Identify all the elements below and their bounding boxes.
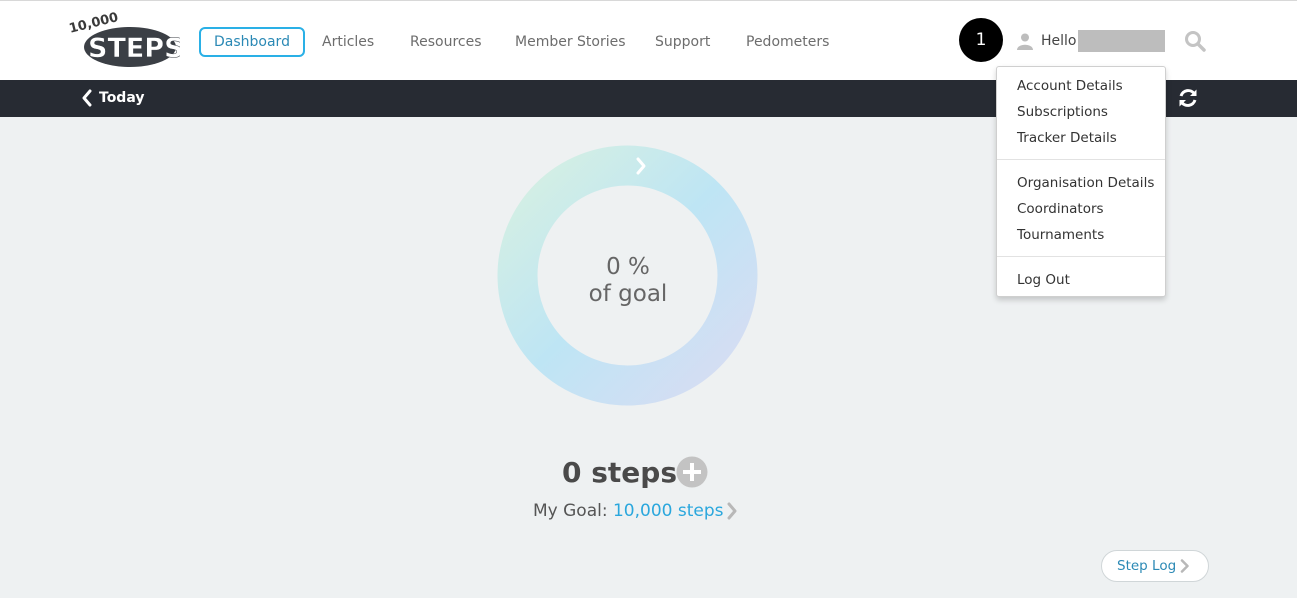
menu-organisation-details[interactable]: Organisation Details: [1017, 174, 1154, 192]
account-dropdown-menu: Account Details Subscriptions Tracker De…: [996, 66, 1166, 297]
notification-badge: 1: [959, 18, 1003, 62]
user-greeting[interactable]: Hello: [1041, 32, 1077, 50]
site-logo[interactable]: 10,000 STEPS: [68, 11, 180, 71]
menu-log-out[interactable]: Log Out: [1017, 271, 1070, 289]
search-icon[interactable]: [1184, 30, 1206, 52]
current-day-label[interactable]: Today: [99, 89, 144, 107]
nav-support[interactable]: Support: [655, 27, 710, 57]
menu-tracker-details[interactable]: Tracker Details: [1017, 129, 1117, 147]
user-icon[interactable]: [1016, 32, 1034, 50]
menu-coordinators[interactable]: Coordinators: [1017, 200, 1104, 218]
nav-resources[interactable]: Resources: [410, 27, 482, 57]
step-count: 0 steps: [562, 456, 677, 489]
menu-divider: [997, 256, 1165, 257]
svg-text:STEPS: STEPS: [88, 33, 180, 64]
percent-caption: of goal: [588, 281, 668, 307]
menu-account-details[interactable]: Account Details: [1017, 77, 1123, 95]
menu-subscriptions[interactable]: Subscriptions: [1017, 103, 1108, 121]
nav-dashboard[interactable]: Dashboard: [199, 27, 305, 57]
menu-divider: [997, 159, 1165, 160]
refresh-icon[interactable]: [1177, 87, 1199, 109]
nav-pedometers[interactable]: Pedometers: [746, 27, 829, 57]
percent-value: 0 %: [606, 254, 650, 280]
goal-prefix: My Goal:: [533, 501, 608, 521]
nav-articles[interactable]: Articles: [322, 27, 374, 57]
goal-row: My Goal: 10,000 steps: [533, 499, 724, 523]
menu-tournaments[interactable]: Tournaments: [1017, 226, 1104, 244]
step-log-button[interactable]: Step Log: [1101, 550, 1209, 582]
goal-value-link[interactable]: 10,000 steps: [613, 501, 724, 521]
step-log-label: Step Log: [1117, 558, 1177, 574]
chevron-left-icon[interactable]: [81, 89, 93, 107]
plus-circle-icon[interactable]: [676, 456, 708, 488]
user-name-redacted[interactable]: [1078, 30, 1165, 52]
nav-member-stories[interactable]: Member Stories: [515, 27, 626, 57]
chevron-right-icon: [1180, 559, 1189, 573]
goal-percentage: 0 % of goal: [540, 254, 716, 308]
chevron-right-icon[interactable]: [726, 502, 738, 520]
